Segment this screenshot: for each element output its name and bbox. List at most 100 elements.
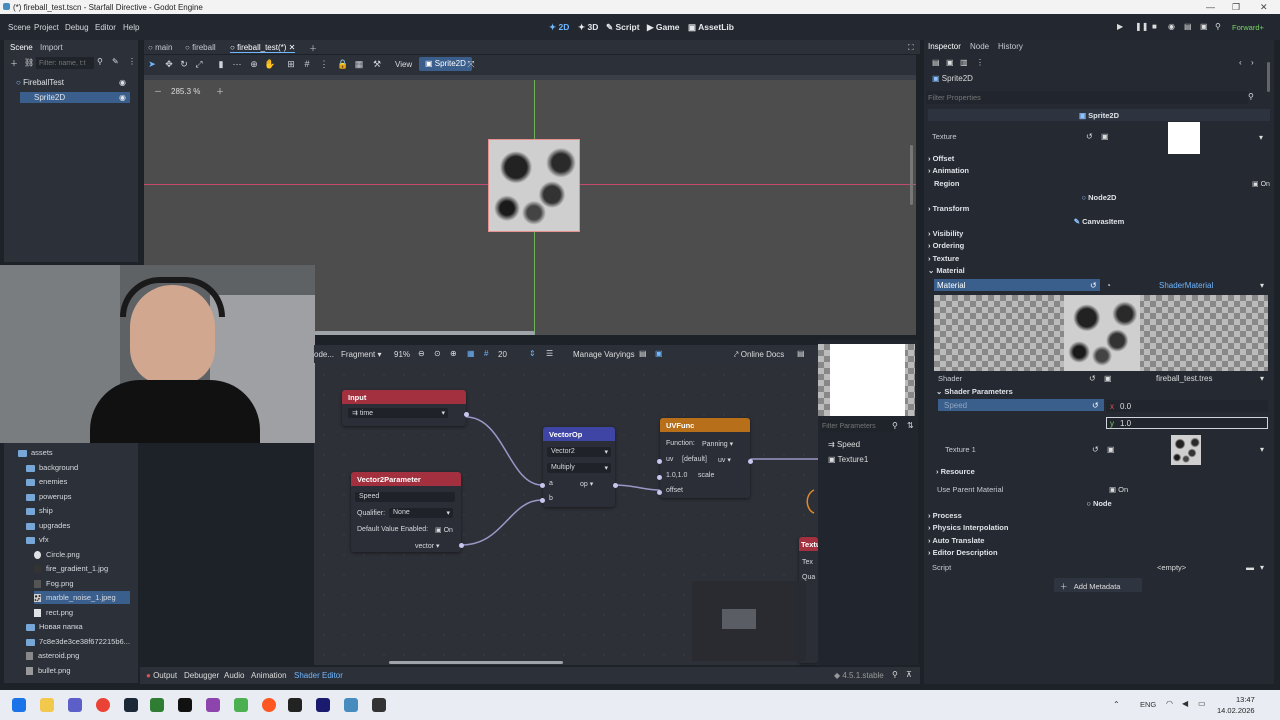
snap-toggle-icon[interactable]: # <box>484 349 488 358</box>
fs-folder-assets[interactable]: assets <box>18 446 130 459</box>
tab-fireball-test[interactable]: ○ fireball_test(*) ✕ <box>230 43 296 53</box>
sprite2d-tool-button[interactable]: ▣ Sprite2D <box>419 57 472 71</box>
chevron-down-icon[interactable]: ▾ <box>1259 133 1263 142</box>
zoom-out-icon[interactable]: － <box>154 86 162 97</box>
section-ordering[interactable]: › Ordering <box>928 240 1270 252</box>
open-resource-icon[interactable]: ▣ <box>946 58 954 67</box>
grid-snap-icon[interactable]: # <box>302 59 312 69</box>
lock-icon[interactable]: 🔒 <box>337 59 348 69</box>
section-visibility[interactable]: › Visibility <box>928 228 1270 240</box>
tab-inspector[interactable]: Inspector <box>928 42 961 51</box>
folder-icon[interactable]: ▬ <box>1246 563 1254 572</box>
visibility-eye-icon[interactable]: ◉ <box>119 77 126 88</box>
new-resource-icon[interactable]: ▤ <box>932 58 940 67</box>
section-editor-description[interactable]: › Editor Description <box>928 547 1270 559</box>
shader-code-icon[interactable]: ▤ <box>639 349 647 358</box>
revert-icon[interactable]: ↺ <box>1086 132 1093 141</box>
list-select-icon[interactable]: ⋯ <box>232 59 242 69</box>
distraction-free-icon[interactable]: ⛶ <box>908 43 914 53</box>
chrome-icon[interactable] <box>96 698 110 712</box>
output-port[interactable] <box>748 459 753 464</box>
menu-project[interactable]: Project <box>34 23 59 32</box>
grid-toggle-icon[interactable]: ▦ <box>467 349 475 358</box>
history-forward-icon[interactable]: › <box>1251 58 1254 67</box>
inspector-scrollbar[interactable] <box>1267 62 1270 92</box>
input-node[interactable]: Input ⇉ time ▾ <box>342 390 469 426</box>
mode-assetlib-button[interactable]: ▣ AssetLib <box>688 22 734 33</box>
volume-icon[interactable]: ◀ <box>1182 699 1188 708</box>
link-icon[interactable]: ⛓ <box>24 58 34 67</box>
region-checkbox[interactable]: ▣ On <box>1252 180 1270 188</box>
select-tool-icon[interactable]: ➤ <box>147 59 157 69</box>
renderer-select[interactable]: Forward+ <box>1232 23 1264 32</box>
close-icon[interactable]: ✕ <box>1260 2 1268 13</box>
zoom-out-icon[interactable]: ⊖ <box>418 349 425 358</box>
fs-file-asteroid[interactable]: asteroid.png <box>26 649 130 662</box>
filter-properties-input[interactable] <box>926 91 1248 104</box>
fs-file-circle[interactable]: Circle.png <box>34 548 130 561</box>
fs-file-fog[interactable]: Fog.png <box>34 577 130 590</box>
wifi-icon[interactable]: ◠ <box>1166 699 1173 708</box>
arrange-icon[interactable]: ☰ <box>546 349 553 358</box>
use-parent-material-checkbox[interactable]: ▣ On <box>1109 485 1128 494</box>
search-icon[interactable]: ⚲ <box>1215 22 1221 31</box>
menu-help[interactable]: Help <box>123 23 139 32</box>
fs-folder-new[interactable]: Новая папка <box>26 620 130 633</box>
section-texture[interactable]: › Texture <box>928 253 1270 265</box>
fs-file-marble-noise[interactable]: marble_noise_1.jpeg <box>34 591 130 604</box>
chevron-down-icon[interactable]: ▾ <box>1260 563 1264 572</box>
tree-item-sprite2d[interactable]: Sprite2D ◉ <box>20 92 130 103</box>
more-options-icon[interactable]: ⋮ <box>319 59 329 69</box>
language-indicator[interactable]: ENG <box>1140 700 1156 709</box>
texture1-preview[interactable] <box>1171 435 1201 465</box>
zoom-in-icon[interactable]: ⊕ <box>450 349 457 358</box>
tab-import[interactable]: Import <box>40 43 63 52</box>
app-icon[interactable] <box>372 698 386 712</box>
smart-snap-icon[interactable]: ⊞ <box>286 59 296 69</box>
zoom-level[interactable]: 285.3 % <box>171 87 200 96</box>
horizontal-scrollbar[interactable] <box>314 331 535 335</box>
maximize-icon[interactable]: ❐ <box>1232 2 1240 13</box>
group-icon[interactable]: ▦ <box>354 59 364 69</box>
minimize-icon[interactable]: — <box>1206 2 1215 12</box>
revert-icon[interactable]: ↺ <box>1089 374 1096 383</box>
output-port[interactable] <box>459 543 464 548</box>
fs-folder-powerups[interactable]: powerups <box>26 490 130 503</box>
ruler-icon[interactable]: ▮ <box>216 59 226 69</box>
pause-icon[interactable]: ❚❚ <box>1135 22 1148 31</box>
steam-icon[interactable] <box>124 698 138 712</box>
output-port[interactable] <box>613 483 618 488</box>
fs-folder-ship[interactable]: ship <box>26 504 130 517</box>
fs-folder-enemies[interactable]: enemies <box>26 475 130 488</box>
clock-time[interactable]: 13:47 <box>1236 695 1255 704</box>
parameter-name-input[interactable]: Speed <box>355 492 455 502</box>
inspected-object[interactable]: ▣ Sprite2D <box>932 74 973 83</box>
section-shader-parameters[interactable]: ⌄ Shader Parameters <box>936 386 1270 398</box>
tray-chevron-icon[interactable]: ⌃ <box>1113 700 1120 709</box>
section-resource[interactable]: › Resource <box>936 466 1270 478</box>
revert-icon[interactable]: ↺ <box>1092 445 1099 454</box>
section-offset[interactable]: › Offset <box>928 153 1270 165</box>
revert-icon[interactable]: ↺ <box>1090 281 1097 290</box>
revert-icon[interactable]: ↺ <box>1092 401 1099 410</box>
battery-icon[interactable]: ▭ <box>1198 699 1206 708</box>
play-icon[interactable]: ▶ <box>1117 22 1123 31</box>
menu-dots-icon[interactable]: ⋮ <box>976 58 984 67</box>
section-transform[interactable]: › Transform <box>928 203 1270 215</box>
move-tool-icon[interactable]: ✥ <box>164 59 174 69</box>
rotate-tool-icon[interactable]: ↻ <box>179 59 189 69</box>
tab-audio[interactable]: Audio <box>224 671 244 680</box>
mode-game-button[interactable]: ▶ Game <box>647 22 680 33</box>
menu-editor[interactable]: Editor <box>95 23 116 32</box>
menu-debug[interactable]: Debug <box>65 23 89 32</box>
stop-icon[interactable]: ■ <box>1152 22 1157 31</box>
shader-value[interactable]: fireball_test.tres <box>1156 374 1212 383</box>
pin-icon[interactable]: ⇅ <box>907 421 914 430</box>
skeleton-icon[interactable]: ⚒ <box>372 59 382 69</box>
snap-value[interactable]: 20 <box>498 350 507 359</box>
visibility-eye-icon[interactable]: ◉ <box>119 92 126 103</box>
view-menu[interactable]: View <box>395 60 412 69</box>
terminal-icon[interactable] <box>288 698 302 712</box>
output-port[interactable] <box>464 412 469 417</box>
tab-scene[interactable]: Scene <box>10 43 33 52</box>
